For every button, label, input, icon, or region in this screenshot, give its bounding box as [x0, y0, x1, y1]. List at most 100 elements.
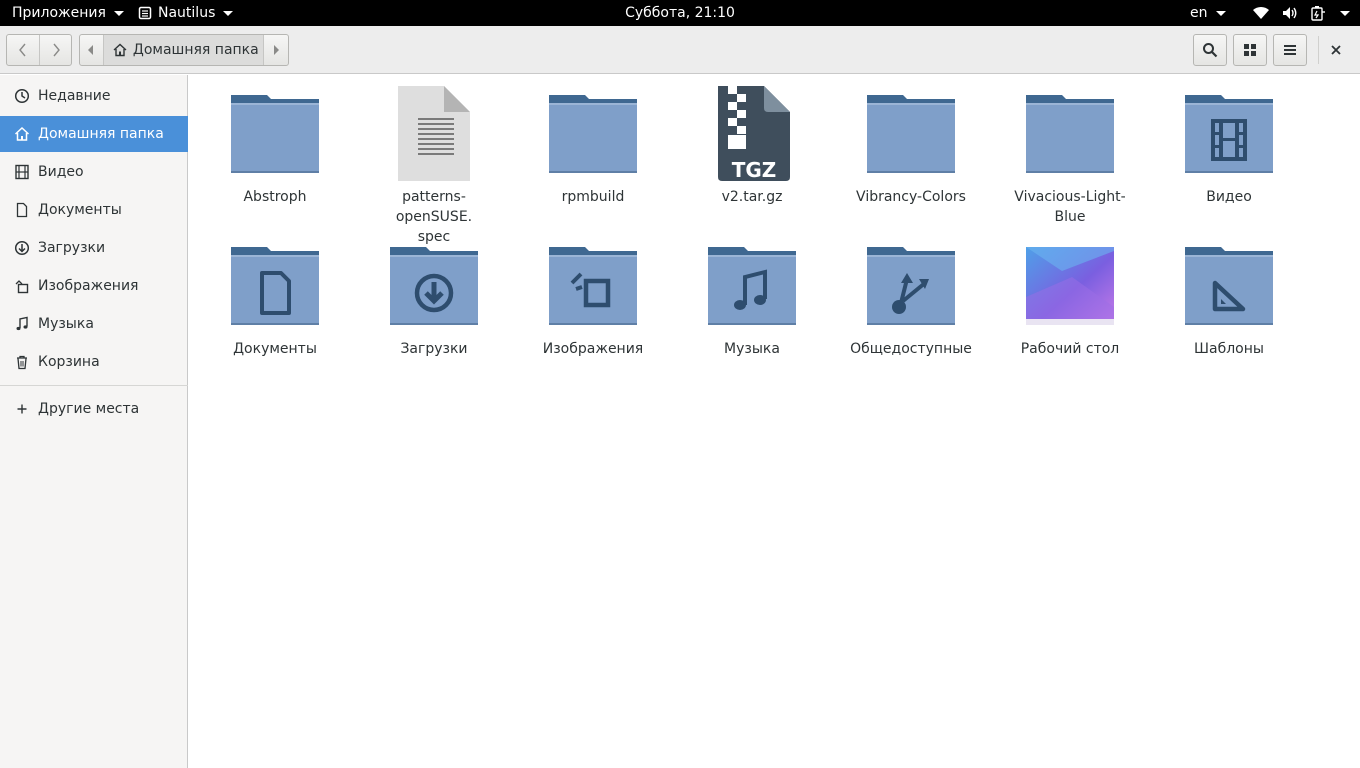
download-icon	[14, 240, 30, 256]
sidebar-item-label: Домашняя папка	[38, 126, 164, 142]
home-icon	[14, 126, 30, 142]
folder-icon	[1022, 85, 1118, 181]
path-scroll-right-button[interactable]	[264, 35, 288, 65]
home-icon	[113, 43, 127, 57]
text-file-icon	[386, 85, 482, 181]
templates-folder-icon	[1181, 237, 1277, 333]
file-item-public[interactable]: Общедоступные	[841, 237, 981, 359]
app-menu-label: Nautilus	[158, 5, 216, 21]
file-item-rpmbuild[interactable]: rpmbuild	[523, 85, 663, 207]
file-item-downloads[interactable]: Загрузки	[364, 237, 504, 359]
folder-icon	[863, 85, 959, 181]
sidebar-item-label: Другие места	[38, 401, 140, 417]
grid-icon	[1244, 44, 1256, 56]
menu-button[interactable]	[1273, 34, 1307, 66]
keyboard-layout-label: en	[1190, 5, 1208, 21]
path-scroll-left-button[interactable]	[80, 35, 104, 65]
folder-icon	[227, 85, 323, 181]
public-folder-icon	[863, 237, 959, 333]
sidebar-item-recent[interactable]: Недавние	[0, 78, 188, 114]
file-item-music[interactable]: Музыка	[682, 237, 822, 359]
system-menu[interactable]	[1252, 0, 1350, 26]
path-home-button[interactable]: Домашняя папка	[103, 35, 265, 65]
applications-menu[interactable]: Приложения	[12, 0, 124, 26]
file-item-documents[interactable]: Документы	[205, 237, 345, 359]
sidebar-item-label: Изображения	[38, 278, 139, 294]
sidebar-item-label: Загрузки	[38, 240, 106, 256]
trash-icon	[14, 354, 30, 370]
file-item-desktop[interactable]: Рабочий стол	[1000, 237, 1140, 359]
search-button[interactable]	[1193, 34, 1227, 66]
file-item-v2-tar-gz[interactable]: TGZ v2.tar.gz	[682, 85, 822, 207]
sidebar-item-documents[interactable]: Документы	[0, 192, 188, 228]
search-icon	[1203, 43, 1218, 58]
file-item-videos[interactable]: Видео	[1159, 85, 1299, 207]
film-icon	[14, 164, 30, 180]
navigation-buttons	[6, 34, 72, 66]
keyboard-layout-indicator[interactable]: en	[1190, 0, 1226, 26]
file-item-templates[interactable]: Шаблоны	[1159, 237, 1299, 359]
downloads-folder-icon	[386, 237, 482, 333]
sidebar: Недавние Домашняя папка Видео Документы …	[0, 75, 188, 768]
file-view[interactable]: Abstroph patterns-openSUSE. spec rpmbuil…	[189, 75, 1360, 768]
path-bar: Домашняя папка	[79, 34, 289, 66]
music-folder-icon	[704, 237, 800, 333]
volume-icon	[1283, 7, 1297, 19]
view-mode-button[interactable]	[1233, 34, 1267, 66]
file-name: Рабочий стол	[1020, 341, 1120, 357]
file-name: Шаблоны	[1194, 341, 1264, 357]
wifi-icon	[1253, 6, 1269, 19]
sidebar-item-pictures[interactable]: Изображения	[0, 268, 188, 304]
chevron-down-icon	[223, 10, 234, 16]
music-icon	[14, 316, 30, 332]
sidebar-item-label: Недавние	[38, 88, 111, 104]
file-name: Общедоступные	[850, 341, 972, 357]
archive-badge: TGZ	[732, 158, 777, 181]
close-button[interactable]	[1320, 34, 1352, 66]
sidebar-item-music[interactable]: Музыка	[0, 306, 188, 342]
plus-icon	[14, 401, 30, 417]
documents-folder-icon	[227, 237, 323, 333]
file-name: Видео	[1206, 189, 1252, 205]
clock-label[interactable]: Суббота, 21:10	[625, 0, 735, 26]
file-item-vibrancy-colors[interactable]: Vibrancy-Colors	[841, 85, 981, 207]
archive-icon: TGZ	[704, 85, 800, 182]
sidebar-item-label: Корзина	[38, 354, 100, 370]
top-panel: Приложения Nautilus Суббота, 21:10 en	[0, 0, 1360, 26]
sidebar-item-home[interactable]: Домашняя папка	[0, 116, 188, 152]
close-icon	[1331, 45, 1341, 55]
forward-button[interactable]	[39, 35, 71, 65]
file-item-vivacious-light-blue[interactable]: Vivacious-Light-Blue	[1000, 85, 1140, 227]
header-separator	[1318, 36, 1319, 64]
back-button[interactable]	[7, 35, 39, 65]
applications-menu-label: Приложения	[12, 5, 106, 21]
sidebar-item-other-locations[interactable]: Другие места	[0, 391, 188, 427]
file-name: Vivacious-Light-Blue	[1014, 189, 1126, 225]
sidebar-item-trash[interactable]: Корзина	[0, 344, 188, 380]
chevron-left-icon	[19, 43, 26, 57]
file-item-pictures[interactable]: Изображения	[523, 237, 663, 359]
file-item-patterns-spec[interactable]: patterns-openSUSE. spec	[364, 85, 504, 247]
pictures-folder-icon	[545, 237, 641, 333]
sidebar-item-label: Видео	[38, 164, 84, 180]
path-home-label: Домашняя папка	[132, 42, 259, 58]
file-name: Abstroph	[243, 189, 307, 205]
sidebar-item-videos[interactable]: Видео	[0, 154, 188, 190]
chevron-down-icon	[113, 10, 124, 16]
clock-icon	[14, 88, 30, 104]
file-name: v2.tar.gz	[721, 189, 783, 205]
file-name: rpmbuild	[561, 189, 625, 205]
hamburger-icon	[1284, 45, 1296, 55]
sidebar-item-label: Документы	[38, 202, 122, 218]
sidebar-item-label: Музыка	[38, 316, 94, 332]
file-name: Изображения	[542, 341, 644, 357]
file-item-abstroph[interactable]: Abstroph	[205, 85, 345, 207]
battery-icon	[1311, 6, 1325, 21]
sidebar-item-downloads[interactable]: Загрузки	[0, 230, 188, 266]
triangle-right-icon	[274, 45, 280, 55]
triangle-left-icon	[88, 45, 94, 55]
folder-icon	[545, 85, 641, 181]
header-bar: Домашняя папка	[0, 26, 1360, 74]
app-menu[interactable]: Nautilus	[138, 0, 234, 26]
document-icon	[14, 202, 30, 218]
